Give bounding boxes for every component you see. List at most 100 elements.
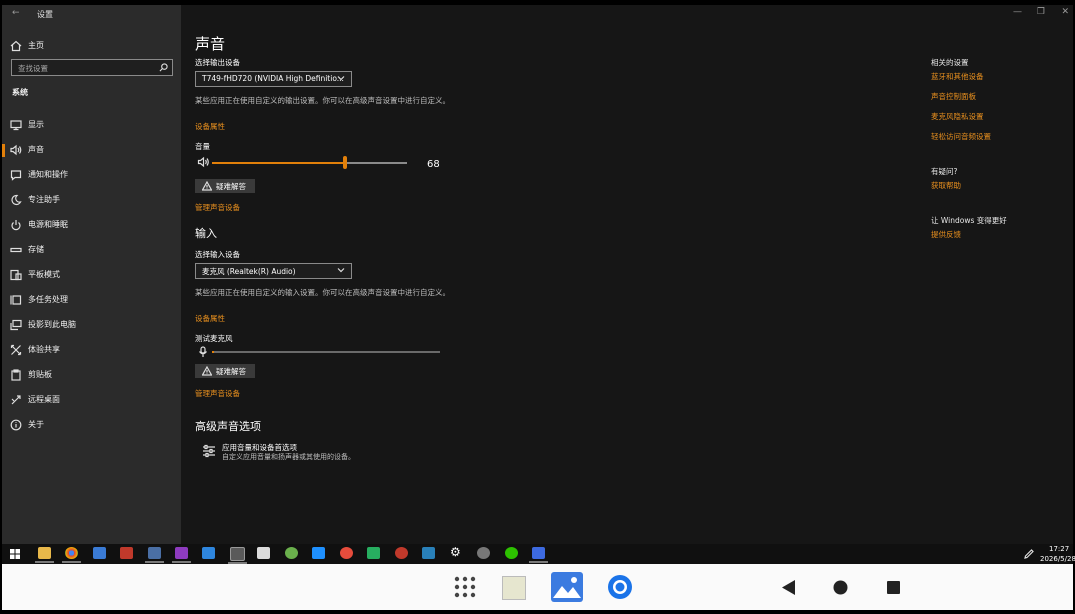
related-link-mic-privacy[interactable]: 麦克风隐私设置 — [931, 111, 984, 122]
sidebar-item-label: 电源和睡眠 — [28, 220, 68, 229]
search-icon — [159, 63, 168, 72]
monitor-icon — [10, 120, 22, 131]
output-device-select[interactable]: T749-fHD720 (NVIDIA High Definitio... — [195, 71, 352, 87]
feedback-link[interactable]: 提供反馈 — [931, 229, 961, 240]
app-icon[interactable] — [477, 547, 490, 559]
sidebar-item-tablet[interactable]: 平板模式 — [2, 265, 181, 287]
project-icon — [10, 319, 22, 331]
app-volume-preferences-item[interactable]: 应用音量和设备首选项 自定义应用音量和扬声器或其使用的设备。 — [195, 441, 395, 463]
clock-time[interactable]: 17:27 — [1049, 545, 1069, 553]
app-icon[interactable] — [257, 547, 270, 559]
search-placeholder: 查找设置 — [18, 64, 48, 73]
multitask-icon — [10, 295, 22, 305]
app-icon[interactable] — [422, 547, 435, 559]
remote-icon — [11, 395, 21, 405]
input-troubleshoot-button[interactable]: 疑难解答 — [195, 364, 255, 378]
get-help-link[interactable]: 获取帮助 — [931, 180, 961, 191]
back-arrow-icon[interactable]: ← — [12, 8, 20, 18]
app-icon[interactable] — [340, 547, 353, 559]
recents-icon[interactable] — [887, 581, 900, 594]
sidebar-item-share[interactable]: 体验共享 — [2, 340, 181, 362]
app-icon[interactable] — [312, 547, 325, 559]
volume-icon[interactable] — [197, 156, 210, 168]
troubleshoot-label: 疑难解答 — [216, 182, 246, 191]
sidebar-item-power[interactable]: 电源和睡眠 — [2, 215, 181, 237]
related-settings-title: 相关的设置 — [931, 58, 969, 67]
output-troubleshoot-button[interactable]: 疑难解答 — [195, 179, 255, 193]
restore-icon[interactable]: ❐ — [1037, 7, 1045, 17]
sidebar-item-storage[interactable]: 存储 — [2, 240, 181, 262]
android-dock — [2, 564, 1073, 610]
sidebar-item-clipboard[interactable]: 剪贴板 — [2, 365, 181, 387]
sidebar-item-label: 关于 — [28, 420, 44, 429]
related-link-sound-control-panel[interactable]: 声音控制面板 — [931, 91, 976, 102]
sidebar-item-home[interactable]: 主页 — [2, 36, 181, 58]
app-icon[interactable] — [395, 547, 408, 559]
manage-input-devices-link[interactable]: 管理声音设备 — [195, 388, 240, 399]
storage-icon — [10, 247, 22, 253]
sidebar-item-about[interactable]: 关于 — [2, 415, 181, 437]
volume-label: 音量 — [195, 142, 210, 151]
app-icon[interactable] — [202, 547, 215, 559]
output-device-properties-link[interactable]: 设备属性 — [195, 121, 225, 132]
sidebar-item-notifications[interactable]: 通知和操作 — [2, 165, 181, 187]
gear-icon[interactable]: ⚙ — [450, 545, 461, 559]
android-icon[interactable] — [285, 547, 298, 559]
files-app-icon[interactable] — [502, 576, 526, 600]
related-link-bluetooth[interactable]: 蓝牙和其他设备 — [931, 71, 984, 82]
sidebar-item-label: 多任务处理 — [28, 295, 68, 304]
volume-slider-thumb[interactable] — [343, 156, 347, 169]
sidebar-item-focus-assist[interactable]: 专注助手 — [2, 190, 181, 212]
app-icon[interactable] — [529, 547, 548, 563]
input-device-value: 麦克风 (Realtek(R) Audio) — [202, 267, 296, 276]
sidebar-item-remote-desktop[interactable]: 远程桌面 — [2, 390, 181, 412]
settings-app-icon[interactable] — [228, 547, 247, 564]
troubleshoot-label: 疑难解答 — [216, 367, 246, 376]
pen-icon[interactable] — [1024, 549, 1034, 559]
app-icon[interactable] — [367, 547, 380, 559]
improve-windows-title: 让 Windows 变得更好 — [931, 216, 1007, 225]
sidebar-item-project[interactable]: 投影到此电脑 — [2, 315, 181, 337]
sidebar-item-sound[interactable]: 声音 — [2, 140, 181, 162]
app-icon[interactable] — [145, 547, 164, 563]
input-heading: 输入 — [195, 227, 217, 240]
chrome-icon[interactable] — [62, 547, 81, 563]
chevron-down-icon — [337, 76, 345, 81]
clock-date[interactable]: 2026/5/28 — [1040, 555, 1075, 563]
clipboard-icon — [11, 369, 21, 381]
input-device-select[interactable]: 麦克风 (Realtek(R) Audio) — [195, 263, 352, 279]
sidebar-item-multitask[interactable]: 多任务处理 — [2, 290, 181, 312]
app-icon[interactable] — [120, 547, 133, 559]
info-icon — [10, 419, 22, 431]
sidebar-item-label: 存储 — [28, 245, 44, 254]
sidebar-item-label: 剪贴板 — [28, 370, 52, 379]
main-content: — ❐ ✕ 声音 选择输出设备 T749-fHD720 (NVIDIA High… — [181, 5, 1073, 544]
app-icon[interactable] — [93, 547, 106, 559]
file-explorer-icon[interactable] — [35, 547, 54, 563]
related-link-ease-of-access-audio[interactable]: 轻松访问音频设置 — [931, 131, 991, 142]
home-nav-icon[interactable] — [833, 580, 848, 595]
wechat-icon[interactable] — [505, 547, 518, 559]
app-drawer-icon[interactable] — [454, 576, 476, 598]
back-icon[interactable] — [782, 580, 796, 595]
search-input[interactable]: 查找设置 — [11, 59, 173, 76]
close-icon[interactable]: ✕ — [1061, 7, 1069, 17]
sidebar-item-label: 显示 — [28, 120, 44, 129]
input-device-properties-link[interactable]: 设备属性 — [195, 313, 225, 324]
app-icon[interactable] — [172, 547, 191, 563]
output-device-value: T749-fHD720 (NVIDIA High Definitio... — [202, 74, 344, 83]
manage-output-devices-link[interactable]: 管理声音设备 — [195, 202, 240, 213]
input-description: 某些应用正在使用自定义的输入设置。你可以在高级声音设置中进行自定义。 — [195, 288, 450, 297]
minimize-icon[interactable]: — — [1013, 7, 1022, 17]
power-icon — [11, 220, 21, 231]
window-title: 设置 — [37, 10, 53, 19]
browser-app-icon[interactable] — [607, 574, 633, 600]
moon-icon — [11, 194, 22, 206]
sidebar-item-label: 平板模式 — [28, 270, 60, 279]
sidebar-item-display[interactable]: 显示 — [2, 115, 181, 137]
settings-window: ← 设置 主页 查找设置 系统 显示 声音 通知和操作 专注助手 电源和睡眠 存… — [2, 5, 1073, 544]
volume-slider[interactable] — [212, 156, 407, 169]
advanced-heading: 高级声音选项 — [195, 420, 261, 433]
start-icon[interactable] — [10, 549, 20, 559]
gallery-app-icon[interactable] — [551, 572, 583, 602]
